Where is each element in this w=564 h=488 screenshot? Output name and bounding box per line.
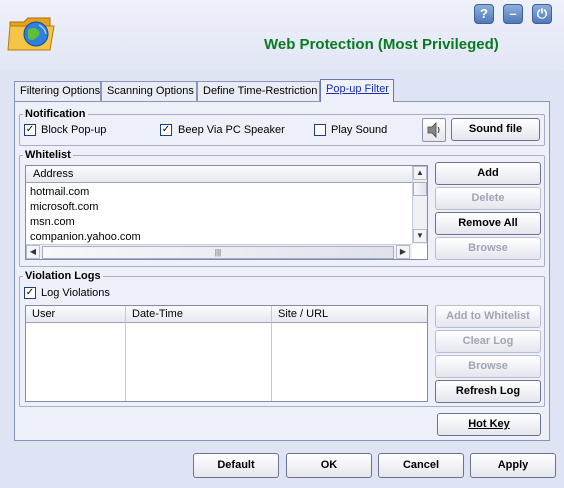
beep-label: Beep Via PC Speaker [178,124,285,136]
horizontal-scrollbar[interactable]: ◀ ||| ▶ [26,244,412,259]
scroll-left-icon[interactable]: ◀ [26,245,40,259]
hot-key-button[interactable]: Hot Key [437,413,541,436]
delete-button[interactable]: Delete [435,187,541,210]
log-violations-label: Log Violations [41,287,110,299]
tab-scanning-options[interactable]: Scanning Options [101,81,197,101]
block-popup-checkbox[interactable]: ✓ [24,124,36,136]
cancel-button[interactable]: Cancel [378,453,464,478]
date-time-column-header[interactable]: Date-Time [126,306,272,323]
remove-all-button[interactable]: Remove All [435,212,541,235]
add-to-whitelist-button[interactable]: Add to Whitelist [435,305,541,328]
tab-filtering-options[interactable]: Filtering Options [14,81,101,101]
power-button[interactable]: ⏻ [532,4,552,24]
page-title: Web Protection (Most Privileged) [264,36,499,53]
speaker-icon [427,122,440,138]
site-url-column-header[interactable]: Site / URL [272,306,427,323]
whitelist-listbox[interactable]: Address hotmail.com microsoft.com msn.co… [25,165,428,260]
clear-log-button[interactable]: Clear Log [435,330,541,353]
vertical-scrollbar[interactable]: ▲ ▼ [412,166,427,244]
address-column-header[interactable]: Address [26,166,427,183]
notification-label: Notification [23,108,88,120]
apply-button[interactable]: Apply [470,453,556,478]
user-column-header[interactable]: User [26,306,126,323]
add-button[interactable]: Add [435,162,541,185]
date-time-column [126,323,272,401]
speaker-button[interactable] [422,118,446,142]
ok-button[interactable]: OK [286,453,372,478]
violation-log-table[interactable]: User Date-Time Site / URL [25,305,428,402]
list-item[interactable]: hotmail.com [30,186,89,198]
minimize-button[interactable]: – [503,4,523,24]
whitelist-label: Whitelist [23,149,73,161]
beep-checkbox[interactable]: ✓ [160,124,172,136]
violation-logs-label: Violation Logs [23,270,103,282]
log-browse-button[interactable]: Browse [435,355,541,378]
block-popup-label: Block Pop-up [41,124,107,136]
user-column [26,323,126,401]
list-item[interactable]: microsoft.com [30,201,98,213]
default-button[interactable]: Default [193,453,279,478]
log-violations-checkbox[interactable]: ✓ [24,287,36,299]
refresh-log-button[interactable]: Refresh Log [435,380,541,403]
scroll-thumb[interactable]: ||| [42,246,394,259]
scroll-up-icon[interactable]: ▲ [413,166,427,180]
scroll-thumb[interactable] [413,182,427,196]
scroll-right-icon[interactable]: ▶ [396,245,410,259]
list-item[interactable]: msn.com [30,216,75,228]
scroll-down-icon[interactable]: ▼ [413,229,427,243]
tab-popup-filter[interactable]: Pop-up Filter [320,79,394,102]
tab-define-time-restriction[interactable]: Define Time-Restriction [197,81,320,101]
sound-file-button[interactable]: Sound file [451,118,540,141]
play-sound-checkbox[interactable] [314,124,326,136]
play-sound-label: Play Sound [331,124,388,136]
folder-globe-icon [7,17,55,51]
help-button[interactable]: ? [474,4,494,24]
list-item[interactable]: companion.yahoo.com [30,231,141,243]
whitelist-browse-button[interactable]: Browse [435,237,541,260]
